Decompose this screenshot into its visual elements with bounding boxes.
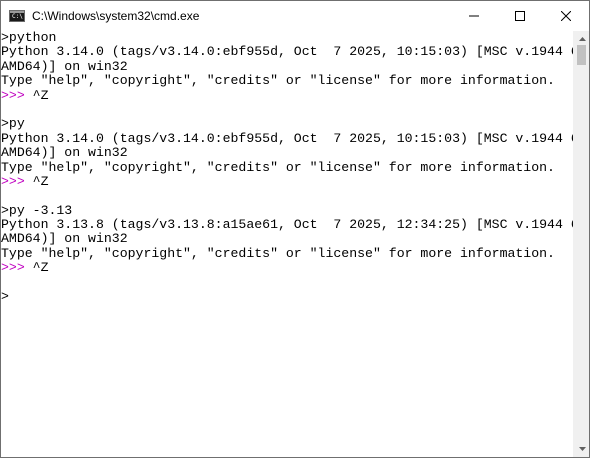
console-line: >py -3.13	[1, 202, 73, 218]
console-input-text: ^Z	[32, 173, 49, 189]
console-line: Python 3.14.0 (tags/v3.14.0:ebf955d, Oct…	[1, 44, 574, 60]
vertical-scrollbar[interactable]	[573, 31, 589, 457]
cmd-icon-label: C:\	[12, 13, 23, 20]
console-line: AMD64)] on win32	[1, 58, 128, 74]
console-line: >>> ^Z	[1, 173, 574, 189]
console-line: Type "help", "copyright", "credits" or "…	[1, 73, 555, 89]
window-controls	[451, 1, 589, 31]
cmd-app-icon[interactable]: C:\	[9, 10, 25, 22]
console-line: AMD64)] on win32	[1, 231, 128, 247]
close-button[interactable]	[543, 1, 589, 31]
console-window: C:\ C:\Windows\system32\cmd.exe >python P…	[0, 0, 590, 458]
console-line: >	[1, 289, 574, 305]
python-prompt: >>>	[1, 87, 33, 103]
console-line: Type "help", "copyright", "credits" or "…	[1, 159, 555, 175]
console-line: Type "help", "copyright", "credits" or "…	[1, 245, 555, 261]
title-bar[interactable]: C:\ C:\Windows\system32\cmd.exe	[1, 1, 589, 31]
cmd-prompt: >	[1, 289, 9, 305]
console-line: AMD64)] on win32	[1, 145, 128, 161]
console-line: >>> ^Z	[1, 87, 574, 103]
console-output[interactable]: >python Python 3.14.0 (tags/v3.14.0:ebf95…	[1, 31, 574, 457]
minimize-button[interactable]	[451, 1, 497, 31]
console-line: >py	[1, 116, 25, 132]
console-line: Python 3.13.8 (tags/v3.13.8:a15ae61, Oct…	[1, 217, 574, 233]
console-line: Python 3.14.0 (tags/v3.14.0:ebf955d, Oct…	[1, 130, 574, 146]
console-line: >>> ^Z	[1, 261, 574, 275]
python-prompt: >>>	[1, 260, 33, 276]
console-line: >python	[1, 31, 57, 45]
chevron-up-icon	[578, 37, 586, 41]
window-title: C:\Windows\system32\cmd.exe	[32, 9, 200, 23]
chevron-down-icon	[578, 447, 586, 451]
console-input-text: ^Z	[32, 260, 49, 276]
maximize-icon	[515, 11, 525, 21]
maximize-button[interactable]	[497, 1, 543, 31]
scroll-down-arrow[interactable]	[574, 441, 589, 457]
python-prompt: >>>	[1, 173, 33, 189]
console-input-text: ^Z	[32, 87, 49, 103]
scroll-thumb[interactable]	[577, 45, 586, 65]
close-icon	[561, 11, 571, 21]
minimize-icon	[469, 15, 479, 17]
